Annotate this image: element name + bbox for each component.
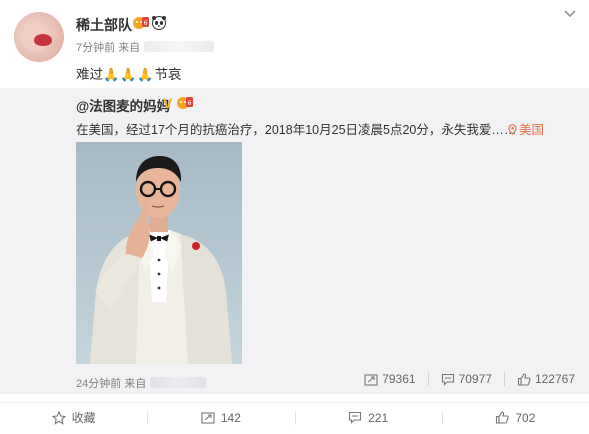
vip-badge-icon[interactable]: 6 <box>133 15 149 30</box>
avatar-bow <box>34 34 52 46</box>
like-button[interactable]: 702 <box>441 403 589 432</box>
chevron-down-icon[interactable] <box>563 9 577 19</box>
original-like-count[interactable]: 122767 <box>517 372 575 386</box>
location-link[interactable]: 美国 <box>508 119 544 138</box>
post-meta: 7分钟前 来自 <box>76 39 215 55</box>
post-time[interactable]: 7分钟前 <box>76 42 115 54</box>
post-text-before: 难过 <box>76 67 103 82</box>
repost-button[interactable]: 142 <box>147 403 294 432</box>
post-photo[interactable] <box>76 142 242 364</box>
comment-icon <box>349 411 362 424</box>
thumbs-up-icon <box>496 411 509 424</box>
repost-icon <box>201 412 215 424</box>
source-blurred <box>144 41 215 52</box>
repost-count: 142 <box>220 410 241 425</box>
original-text: 在美国，经过17个月的抗癌治疗，2018年10月25日凌晨5点20分，永失我爱…… <box>76 123 517 137</box>
verified-badge: V <box>163 95 173 111</box>
location-label: 美国 <box>519 123 545 137</box>
action-toolbar: 收藏 142 221 702 <box>0 402 589 432</box>
original-comment-count[interactable]: 70977 <box>441 372 492 386</box>
favorite-label: 收藏 <box>71 411 96 425</box>
weibo-post-card: 稀土部队 6 7分钟前 来自 难过🙏🙏🙏节哀 @法图麦的妈妈 V 6 在美国，经… <box>0 0 589 434</box>
svg-text:6: 6 <box>144 20 148 27</box>
original-repost-label: 79361 <box>382 372 416 386</box>
original-comment-label: 70977 <box>458 372 492 386</box>
original-like-label: 122767 <box>534 372 575 386</box>
pray-emoji: 🙏🙏🙏 <box>103 67 155 82</box>
vip-badge-icon[interactable]: 6 <box>177 95 193 110</box>
original-repost-count[interactable]: 79361 <box>364 372 416 386</box>
location-pin-icon <box>508 124 517 135</box>
original-meta: 24分钟前 来自 <box>76 375 207 391</box>
post-text-after: 节哀 <box>154 67 182 82</box>
original-stats: 79361 70977 122767 <box>364 372 575 386</box>
panda-badge-icon[interactable] <box>151 15 167 30</box>
avatar[interactable] <box>14 12 64 62</box>
source-blurred <box>150 377 207 388</box>
original-time[interactable]: 24分钟前 <box>76 378 121 390</box>
divider <box>503 372 505 386</box>
favorite-button[interactable]: 收藏 <box>0 403 147 432</box>
thumbs-up-icon <box>517 373 531 386</box>
repost-icon <box>364 373 378 386</box>
divider <box>427 372 429 386</box>
username[interactable]: 稀土部队 <box>76 15 132 35</box>
man-in-white-suit-image <box>90 156 232 364</box>
post-text: 难过🙏🙏🙏节哀 <box>76 63 182 83</box>
source-prefix: 来自 <box>118 42 141 54</box>
comment-button[interactable]: 221 <box>294 403 442 432</box>
repost-block[interactable]: @法图麦的妈妈 V 6 在美国，经过17个月的抗癌治疗，2018年10月25日凌… <box>0 88 589 394</box>
like-count: 702 <box>515 410 536 425</box>
star-icon <box>51 410 66 425</box>
original-author[interactable]: @法图麦的妈妈 <box>76 95 170 115</box>
comment-count: 221 <box>368 410 389 425</box>
svg-text:6: 6 <box>188 100 192 107</box>
comment-icon <box>441 373 454 386</box>
source-prefix: 来自 <box>124 378 147 390</box>
